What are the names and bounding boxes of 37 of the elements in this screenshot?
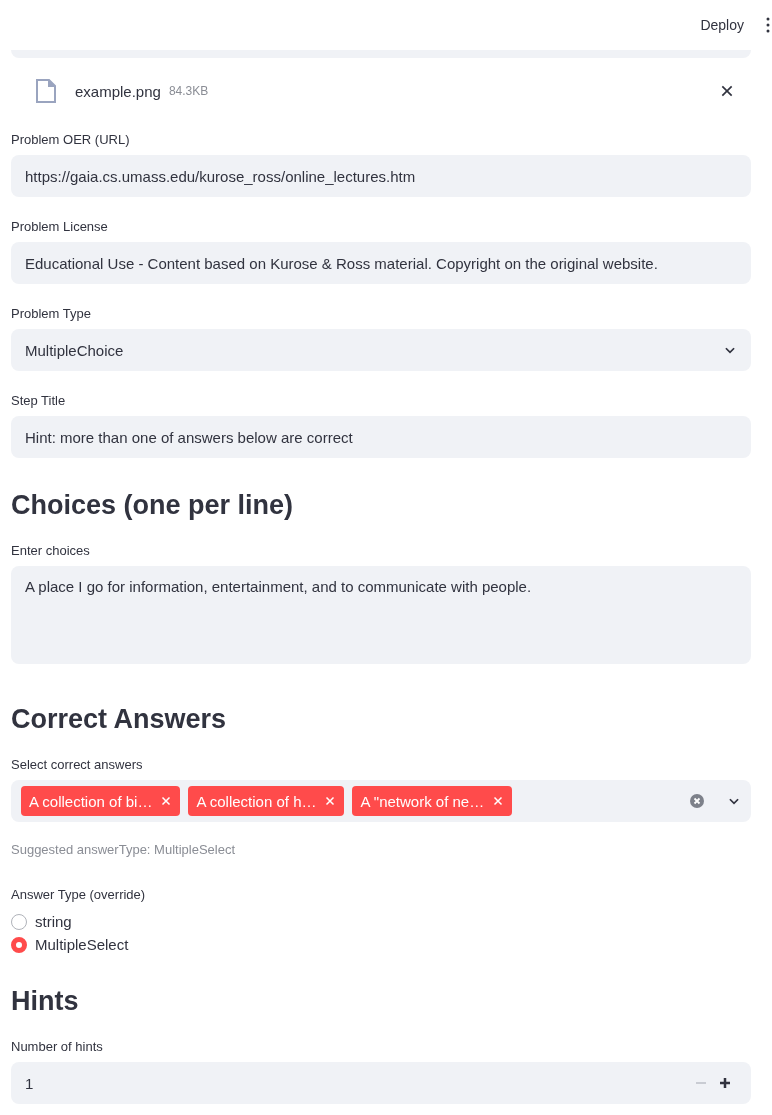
answer-tag: A collection of h… [188, 786, 345, 816]
field-label: Problem License [11, 219, 109, 234]
input-field[interactable]: Hint: more than one of answers below are correct [11, 416, 751, 458]
answer-tag: A collection of bi… [21, 786, 181, 816]
field-label: Select correct answers [11, 757, 144, 772]
remove-tag-button[interactable] [492, 795, 505, 807]
section-heading: Hints [11, 986, 80, 1017]
file-icon [35, 78, 57, 104]
remove-tag-button[interactable] [324, 795, 337, 807]
caption: Suggested answerType: MultipleSelect [11, 842, 236, 857]
plus-icon [719, 1077, 731, 1089]
field-label: Problem Type [11, 306, 92, 321]
section-heading: Choices (one per line) [11, 490, 295, 521]
radio-option[interactable]: string [11, 910, 751, 933]
field-label: Number of hints [11, 1039, 104, 1054]
input-field[interactable]: https://gaia.cs.umass.edu/kurose_ross/online_lectures.htm [11, 155, 751, 197]
answer-tag: A "network of ne… [352, 786, 513, 816]
file-name: example.png [75, 82, 161, 100]
field-label: Enter choices [11, 543, 91, 558]
close-icon [719, 83, 735, 99]
number-field[interactable]: 1 [11, 1062, 751, 1104]
deploy-button[interactable]: Deploy [692, 13, 752, 37]
close-icon [492, 795, 505, 807]
radio-option[interactable]: MultipleSelect [11, 933, 751, 956]
text-area[interactable]: A place I go for information, entertainment, and to communicate with people. [11, 566, 751, 664]
file-size: 84.3KB [168, 84, 209, 98]
menu-icon[interactable] [766, 17, 770, 33]
field-label: Answer Type (override) [11, 887, 147, 902]
clear-icon[interactable] [689, 793, 705, 809]
field-label: Problem OER (URL) [11, 132, 131, 147]
section-heading: Correct Answers [11, 704, 228, 735]
field-label: Step Title [11, 393, 67, 408]
select-field[interactable]: MultipleChoice [11, 329, 751, 371]
close-icon [324, 795, 337, 807]
remove-tag-button[interactable] [160, 795, 173, 807]
close-icon [160, 795, 173, 807]
input-field[interactable]: Educational Use - Content based on Kurose & Ross material. Copyright on the original website. [11, 242, 751, 284]
